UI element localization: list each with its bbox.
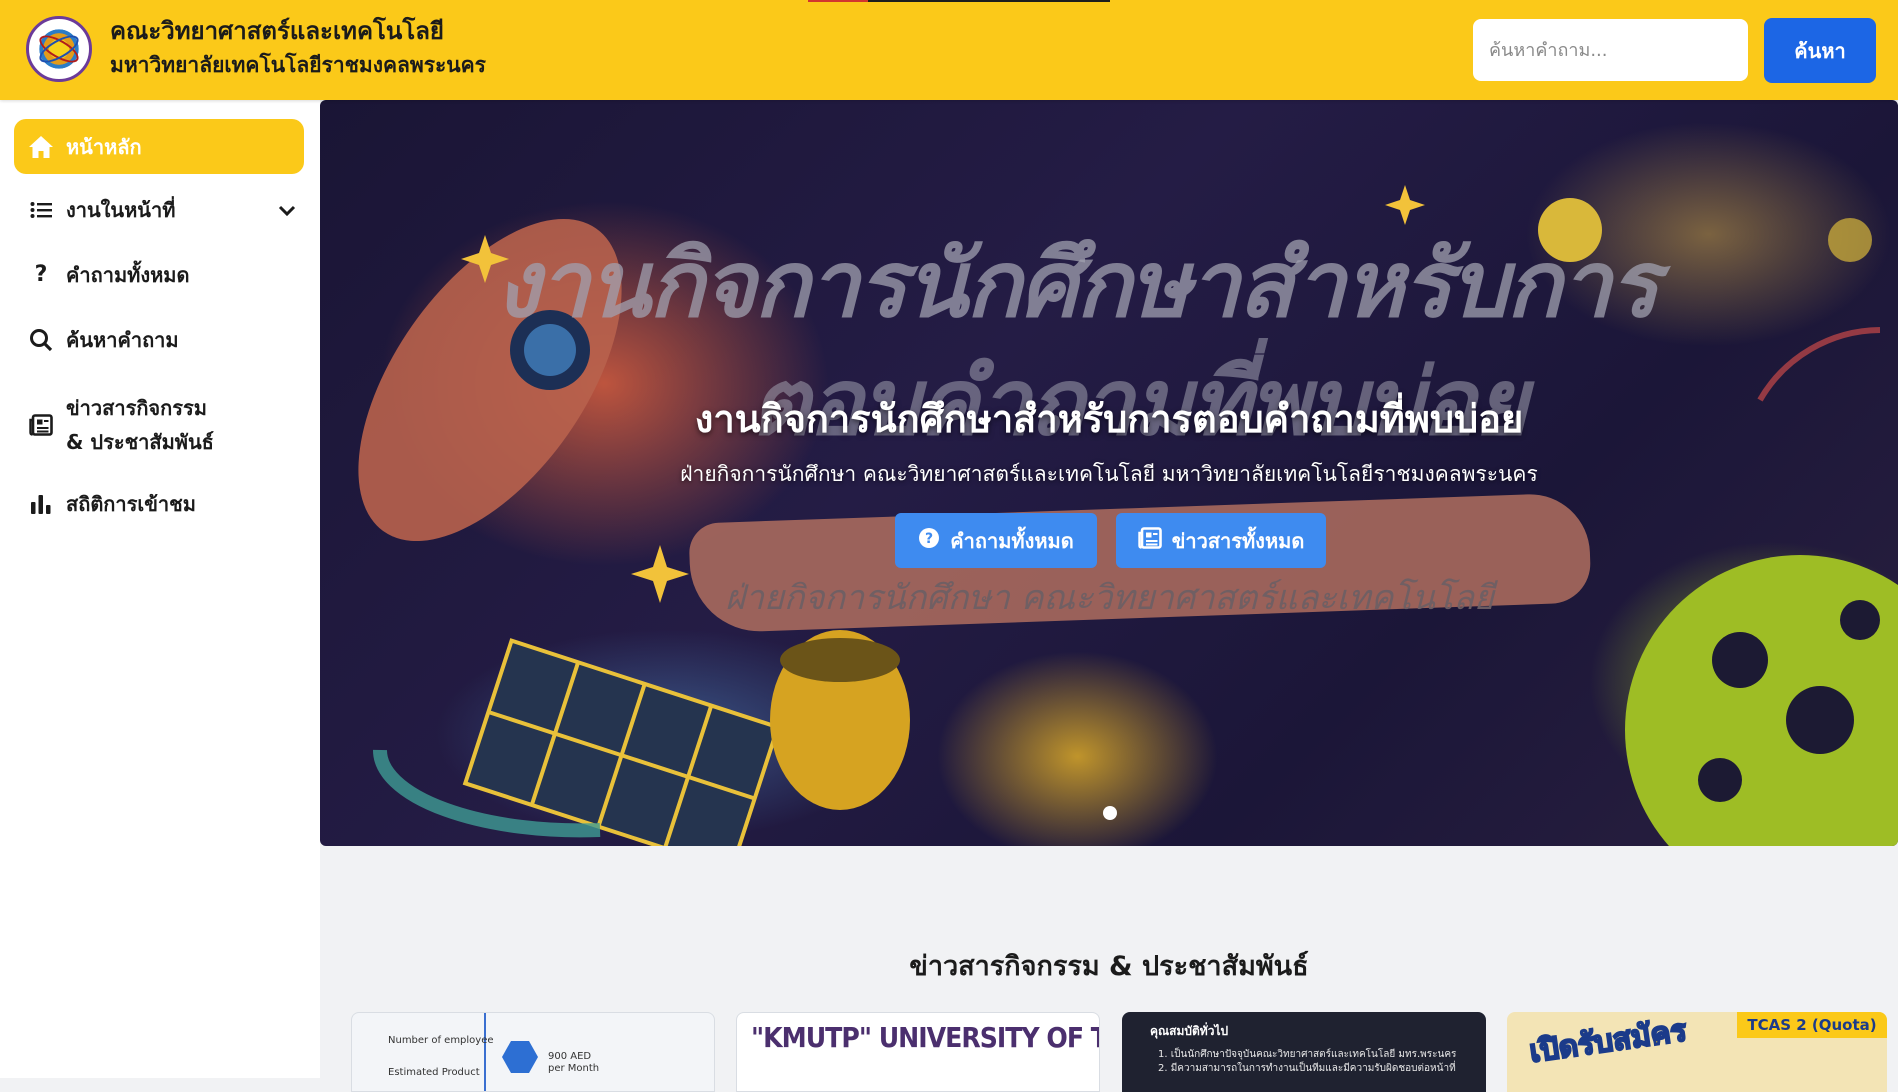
card-headline: เปิดรับสมัคร bbox=[1526, 1012, 1690, 1071]
site-title-line1: คณะวิทยาศาสตร์และเทคโนโลยี bbox=[110, 17, 444, 45]
button-label: คำถามทั้งหมด bbox=[950, 528, 1074, 553]
news-section-title: ข่าวสารกิจกรรม & ประชาสัมพันธ์ bbox=[909, 951, 1309, 982]
top-header: คณะวิทยาศาสตร์และเทคโนโลยี มหาวิทยาลัยเท… bbox=[0, 0, 1898, 100]
sidebar-item-label: งานในหน้าที่ bbox=[66, 197, 176, 222]
question-icon: ? bbox=[34, 262, 48, 287]
sidebar: หน้าหลัก งานในหน้าที่ ? คำถามทั้งหมด ค้น… bbox=[0, 100, 320, 1078]
hero-banner: งานกิจการนักศึกษาสำหรับการ ตอบคำถามที่พบ… bbox=[320, 100, 1898, 846]
carousel-indicator[interactable] bbox=[1103, 806, 1117, 820]
hexagon-icon bbox=[502, 1041, 538, 1073]
sidebar-item-label: สถิติการเข้าชม bbox=[66, 491, 196, 516]
card-caption: Number of employee bbox=[388, 1035, 494, 1046]
sidebar-item-label: ข่าวสารกิจกรรม bbox=[66, 396, 207, 420]
card-caption: 900 AED bbox=[548, 1051, 592, 1062]
sidebar-item-duties[interactable]: งานในหน้าที่ bbox=[14, 182, 304, 237]
sidebar-item-search-questions[interactable]: ค้นหาคำถาม bbox=[14, 312, 304, 367]
newspaper-icon bbox=[26, 414, 56, 436]
svg-text:?: ? bbox=[925, 531, 933, 547]
all-news-button[interactable]: ข่าวสารทั้งหมด bbox=[1116, 513, 1326, 568]
all-questions-button[interactable]: ? คำถามทั้งหมด bbox=[895, 513, 1097, 568]
sidebar-item-label: คำถามทั้งหมด bbox=[66, 262, 190, 287]
question-circle-icon: ? bbox=[918, 527, 940, 554]
card-text: 1. เป็นนักศึกษาปัจจุบันคณะวิทยาศาสตร์และ… bbox=[1158, 1049, 1457, 1060]
card-badge: TCAS 2 (Quota) bbox=[1737, 1012, 1887, 1038]
site-title-line2: มหาวิทยาลัยเทคโนโลยีราชมงคลพระนคร bbox=[110, 53, 486, 77]
sidebar-item-home[interactable]: หน้าหลัก bbox=[14, 119, 304, 174]
hero-subtitle: ฝ่ายกิจการนักศึกษา คณะวิทยาศาสตร์และเทคโ… bbox=[680, 462, 1538, 486]
card-title: คุณสมบัติทั่วไป bbox=[1150, 1024, 1229, 1038]
list-icon bbox=[26, 201, 56, 219]
header-accent-bar bbox=[808, 0, 1110, 2]
search-icon bbox=[26, 328, 56, 352]
hero-title: งานกิจการนักศึกษาสำหรับการตอบคำถามที่พบบ… bbox=[694, 397, 1524, 441]
search-input[interactable] bbox=[1473, 19, 1748, 81]
home-icon bbox=[26, 135, 56, 159]
sidebar-item-statistics[interactable]: สถิติการเข้าชม bbox=[14, 476, 304, 531]
sidebar-item-label: ค้นหาคำถาม bbox=[66, 327, 179, 352]
faculty-logo[interactable] bbox=[26, 16, 92, 82]
bar-chart-icon bbox=[26, 494, 56, 514]
news-card[interactable]: Number of employee Estimated Product 900… bbox=[351, 1012, 715, 1092]
sidebar-item-all-questions[interactable]: ? คำถามทั้งหมด bbox=[14, 247, 304, 302]
newspaper-icon bbox=[1137, 527, 1162, 554]
chevron-down-icon[interactable] bbox=[278, 198, 296, 222]
sidebar-item-news[interactable]: ข่าวสารกิจกรรม & ประชาสัมพันธ์ bbox=[14, 385, 304, 465]
sidebar-item-label-wrap: ข่าวสารกิจกรรม & ประชาสัมพันธ์ bbox=[66, 391, 214, 459]
card-caption: per Month bbox=[548, 1063, 600, 1074]
card-caption: Estimated Product bbox=[388, 1067, 480, 1078]
card-divider bbox=[484, 1013, 486, 1091]
card-headline: "KMUTP" UNIVERSITY OF TECHNOLOGY bbox=[751, 1021, 1099, 1054]
hero-ghost-subtitle: ฝ่ายกิจการนักศึกษา คณะวิทยาศาสตร์และเทคโ… bbox=[725, 578, 1494, 618]
card-text: 2. มีความสามารถในการทำงานเป็นทีมและมีควา… bbox=[1158, 1063, 1456, 1074]
button-label: ข่าวสารทั้งหมด bbox=[1171, 528, 1305, 553]
site-title[interactable]: คณะวิทยาศาสตร์และเทคโนโลยี มหาวิทยาลัยเท… bbox=[110, 14, 486, 82]
sidebar-item-label: หน้าหลัก bbox=[66, 134, 142, 159]
search-button[interactable]: ค้นหา bbox=[1764, 18, 1876, 83]
news-card[interactable]: "KMUTP" UNIVERSITY OF TECHNOLOGY bbox=[736, 1012, 1100, 1092]
sidebar-item-label: & ประชาสัมพันธ์ bbox=[66, 430, 214, 454]
news-card[interactable]: คุณสมบัติทั่วไป 1. เป็นนักศึกษาปัจจุบันค… bbox=[1122, 1012, 1486, 1092]
news-card[interactable]: เปิดรับสมัคร TCAS 2 (Quota) bbox=[1507, 1012, 1887, 1092]
